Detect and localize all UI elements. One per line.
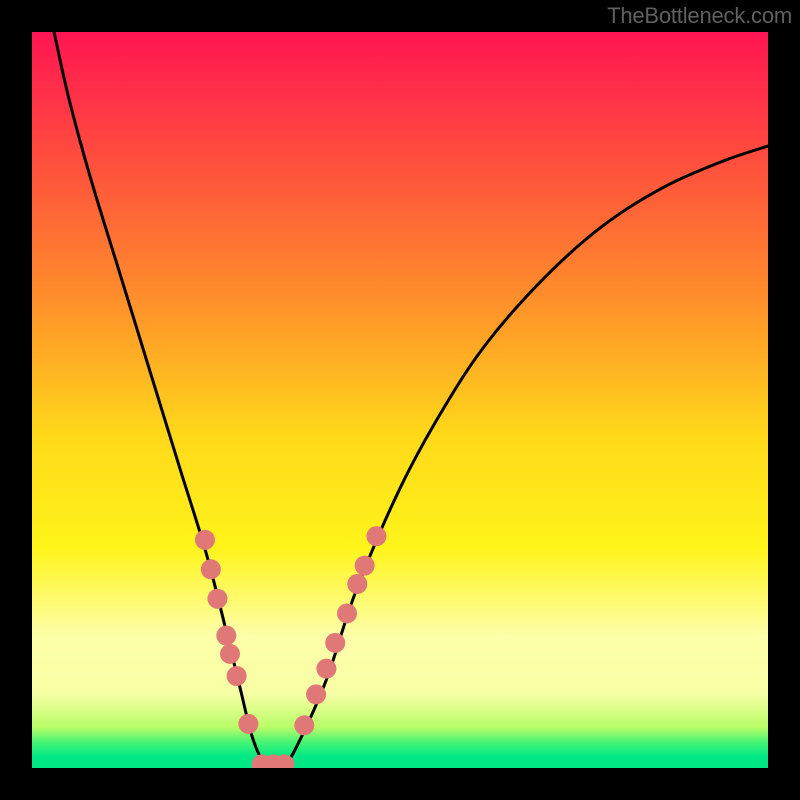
curve-marker xyxy=(238,714,258,734)
curve-marker xyxy=(216,626,236,646)
curve-marker xyxy=(325,633,345,653)
curve-marker xyxy=(227,666,247,686)
attribution-text: TheBottleneck.com xyxy=(607,3,792,29)
curve-marker xyxy=(306,684,326,704)
curve-marker xyxy=(201,559,221,579)
curve-marker xyxy=(316,659,336,679)
curve-marker xyxy=(294,715,314,735)
curve-marker xyxy=(207,589,227,609)
curve-marker xyxy=(347,574,367,594)
curve-marker xyxy=(366,526,386,546)
curve-markers xyxy=(195,526,386,768)
curve-marker xyxy=(355,556,375,576)
curve-marker xyxy=(195,530,215,550)
bottleneck-curve xyxy=(54,32,768,768)
curve-marker xyxy=(337,603,357,623)
curve-layer xyxy=(32,32,768,768)
curve-marker xyxy=(220,644,240,664)
plot-area xyxy=(32,32,768,768)
